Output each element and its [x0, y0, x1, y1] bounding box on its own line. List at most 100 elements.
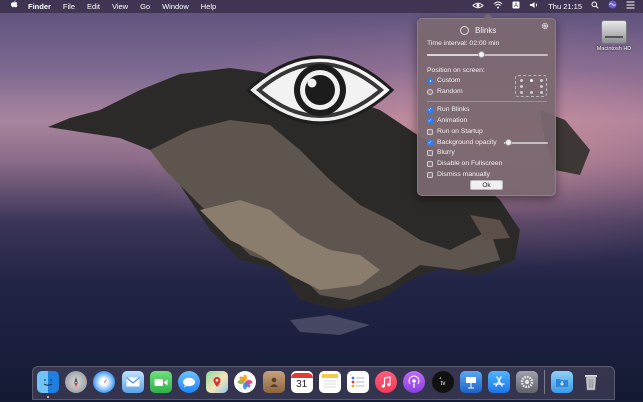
- option-run-blinks-row[interactable]: ✓ Run Blinks: [427, 105, 470, 114]
- option-run-blinks-label[interactable]: Run Blinks: [437, 106, 470, 113]
- dock-messages-icon[interactable]: [177, 371, 200, 393]
- option-disable-fullscreen-label[interactable]: Disable on Fullscreen: [437, 160, 502, 167]
- background-opacity-slider-knob[interactable]: [504, 139, 512, 146]
- dock-notes-icon[interactable]: [318, 371, 341, 393]
- dock-tv-icon[interactable]: tv: [431, 371, 454, 393]
- blinks-app-icon: [460, 25, 469, 35]
- running-indicator: [47, 396, 49, 398]
- search-icon[interactable]: [591, 0, 599, 13]
- dock-trash-icon[interactable]: [580, 371, 602, 393]
- wifi-icon[interactable]: [493, 0, 503, 13]
- checkbox-disable-fullscreen[interactable]: [427, 160, 433, 167]
- blinks-popover: Blinks Time interval: 02:00 min Position…: [417, 13, 556, 196]
- popover-header: Blinks: [460, 24, 496, 36]
- macintosh-hd-drive[interactable]: Macintosh HD: [590, 20, 638, 52]
- dock-contacts-icon[interactable]: [262, 371, 285, 393]
- calendar-date: 31: [296, 378, 308, 390]
- checkbox-run-on-startup[interactable]: [427, 128, 433, 135]
- time-interval-slider-fill: [427, 54, 481, 56]
- radio-custom-label[interactable]: Custom: [437, 77, 460, 84]
- radio-custom[interactable]: [427, 77, 433, 84]
- position-header-row: Position on screen:: [427, 66, 485, 75]
- radio-random-label[interactable]: Random: [437, 88, 463, 95]
- checkbox-animation[interactable]: ✓: [427, 117, 433, 124]
- drive-label: Macintosh HD: [596, 46, 632, 52]
- ok-button[interactable]: Ok: [470, 180, 503, 190]
- grid-dot-top-right[interactable]: [540, 79, 543, 82]
- dock-maps-icon[interactable]: [206, 371, 229, 393]
- checkbox-run-blinks[interactable]: ✓: [427, 106, 433, 113]
- menu-file[interactable]: File: [63, 0, 75, 13]
- popover-caret: [482, 13, 494, 19]
- svg-text:tv: tv: [440, 381, 445, 387]
- dock-separator: [544, 370, 546, 394]
- time-interval-row: Time interval: 02:00 min: [427, 39, 499, 48]
- dock-facetime-icon[interactable]: [149, 371, 172, 393]
- menu-window[interactable]: Window: [162, 0, 189, 13]
- keyboard-input-icon[interactable]: A: [512, 0, 520, 13]
- option-background-opacity-label[interactable]: Background opacity: [437, 139, 497, 146]
- gear-icon[interactable]: [541, 22, 549, 32]
- dock-downloads-icon[interactable]: [551, 371, 574, 393]
- time-interval-slider-knob[interactable]: [477, 51, 485, 58]
- blinks-eye-icon[interactable]: [472, 0, 484, 13]
- menu-help[interactable]: Help: [201, 0, 216, 13]
- dock-finder-icon[interactable]: [37, 371, 59, 398]
- grid-dot-bottom-right[interactable]: [540, 91, 543, 94]
- option-background-opacity-row[interactable]: ✓ Background opacity: [427, 138, 497, 147]
- menu-finder[interactable]: Finder: [28, 0, 51, 13]
- dock-icons: 31 tv: [37, 370, 608, 398]
- grid-dot-top-left[interactable]: [520, 79, 523, 82]
- checkbox-blurry[interactable]: [427, 149, 433, 156]
- menu-go[interactable]: Go: [140, 0, 150, 13]
- popover-title: Blinks: [475, 25, 497, 35]
- checkbox-background-opacity[interactable]: ✓: [427, 139, 433, 146]
- clock-text[interactable]: Thu 21:15: [548, 0, 582, 13]
- svg-text:A: A: [514, 3, 518, 9]
- divider: [427, 101, 547, 102]
- grid-dot-mid-left[interactable]: [520, 85, 523, 88]
- dock-podcasts-icon[interactable]: [403, 371, 426, 393]
- background-opacity-slider[interactable]: [504, 139, 548, 146]
- option-disable-fullscreen-row[interactable]: Disable on Fullscreen: [427, 159, 502, 168]
- radio-random-row[interactable]: Random: [427, 87, 463, 96]
- radio-custom-row[interactable]: Custom: [427, 76, 460, 85]
- option-animation-row[interactable]: ✓ Animation: [427, 116, 467, 125]
- option-animation-label[interactable]: Animation: [437, 117, 467, 124]
- radio-random[interactable]: [427, 88, 433, 95]
- position-grid[interactable]: [515, 75, 547, 97]
- dock-system-preferences-icon[interactable]: [516, 371, 539, 393]
- apple-logo-icon[interactable]: [10, 0, 20, 13]
- option-run-on-startup-row[interactable]: Run on Startup: [427, 127, 483, 136]
- grid-dot-bottom-center[interactable]: [530, 91, 533, 94]
- checkbox-dismiss-manually[interactable]: [427, 171, 433, 178]
- siri-icon[interactable]: [608, 0, 617, 13]
- blinks-eye-overlay: [244, 52, 396, 128]
- option-dismiss-manually-row[interactable]: Dismiss manually: [427, 170, 490, 179]
- dock-app-store-icon[interactable]: [488, 371, 510, 393]
- position-label: Position on screen:: [427, 67, 485, 74]
- grid-dot-mid-right[interactable]: [540, 85, 543, 88]
- option-blurry-label[interactable]: Blurry: [437, 149, 455, 156]
- dock-safari-icon[interactable]: [93, 371, 116, 393]
- notification-center-icon[interactable]: [626, 0, 635, 13]
- dock-calendar-icon[interactable]: 31: [290, 371, 313, 393]
- option-dismiss-manually-label[interactable]: Dismiss manually: [437, 171, 490, 178]
- menu-view[interactable]: View: [112, 0, 128, 13]
- grid-dot-bottom-left[interactable]: [520, 91, 523, 94]
- option-blurry-row[interactable]: Blurry: [427, 148, 455, 157]
- menu-edit[interactable]: Edit: [87, 0, 100, 13]
- dock-photos-icon[interactable]: [234, 371, 257, 393]
- dock-launchpad-icon[interactable]: [65, 371, 88, 393]
- volume-icon[interactable]: [529, 0, 539, 13]
- menu-bar: Finder File Edit View Go Window Help A T…: [0, 0, 643, 13]
- grid-dot-top-center[interactable]: [530, 79, 533, 82]
- time-interval-slider[interactable]: [427, 51, 548, 58]
- dock-keynote-icon[interactable]: [459, 371, 482, 393]
- dock-mail-icon[interactable]: [121, 371, 144, 393]
- eye-icon: [245, 55, 395, 125]
- time-interval-label: Time interval: 02:00 min: [427, 40, 500, 47]
- dock-reminders-icon[interactable]: [347, 371, 370, 393]
- option-run-on-startup-label[interactable]: Run on Startup: [437, 128, 483, 135]
- dock-music-icon[interactable]: [375, 371, 398, 393]
